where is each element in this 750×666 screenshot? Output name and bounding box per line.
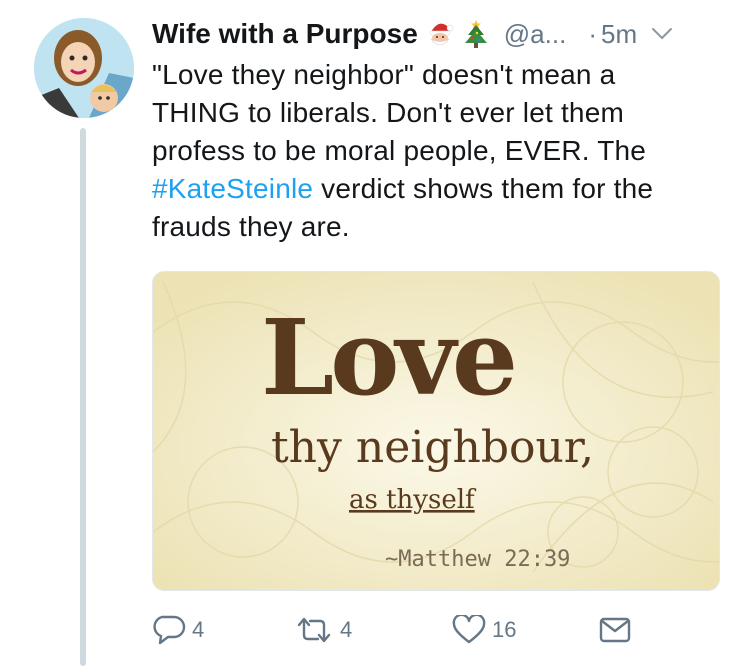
tweet-text-line: profess to be moral people, EVER. The — [152, 135, 647, 166]
tweet-text-line: "Love they neighbor" doesn't mean a — [152, 59, 616, 90]
retweet-count: 4 — [340, 617, 353, 642]
tweet-media-image[interactable]: Love thy neighbour, as thyself ~Matthew … — [152, 271, 720, 591]
like-icon — [452, 615, 486, 645]
author-name[interactable]: Wife with a Purpose — [152, 18, 418, 50]
reply-icon — [152, 615, 186, 645]
reply-button[interactable]: 4 — [152, 610, 204, 650]
tweet-text: "Love they neighbor" doesn't mean a THIN… — [152, 56, 732, 246]
reply-count: 4 — [192, 617, 205, 642]
chevron-down-icon[interactable] — [651, 27, 673, 41]
tweet-timestamp[interactable]: 5m — [601, 19, 637, 50]
like-count: 16 — [492, 617, 517, 642]
santa-emoji-icon — [426, 19, 454, 49]
tweet-text-line: frauds they are. — [152, 211, 350, 242]
media-line-thy-neighbour: thy neighbour, — [271, 422, 594, 473]
avatar-illustration-icon — [34, 18, 134, 118]
time-separator: · — [588, 18, 597, 49]
tweet-text-line: THING to liberals. Don't ever let them — [152, 97, 624, 128]
media-artwork: Love thy neighbour, as thyself ~Matthew … — [153, 272, 719, 590]
tweet-text-fragment: verdict shows them for the — [313, 173, 654, 204]
media-citation: ~Matthew 22:39 — [385, 547, 570, 572]
author-avatar[interactable] — [34, 18, 134, 118]
thread-line — [80, 128, 86, 666]
tweet-text-line: #KateSteinle verdict shows them for the — [152, 170, 732, 208]
author-handle[interactable]: @a... — [504, 19, 567, 50]
christmas-tree-emoji-icon — [462, 19, 490, 49]
media-title-love: Love — [261, 296, 514, 419]
hashtag-link[interactable]: #KateSteinle — [152, 173, 313, 204]
direct-message-button[interactable] — [598, 610, 632, 650]
direct-message-icon — [598, 615, 632, 645]
tweet-header: Wife with a Purpose @a... · 5m — [152, 14, 732, 54]
media-line-as-thyself: as thyself — [349, 485, 477, 515]
like-button[interactable]: 16 — [452, 610, 516, 650]
retweet-icon — [294, 615, 334, 645]
retweet-button[interactable]: 4 — [294, 610, 352, 650]
tweet-actions: 4 4 16 — [152, 610, 712, 650]
